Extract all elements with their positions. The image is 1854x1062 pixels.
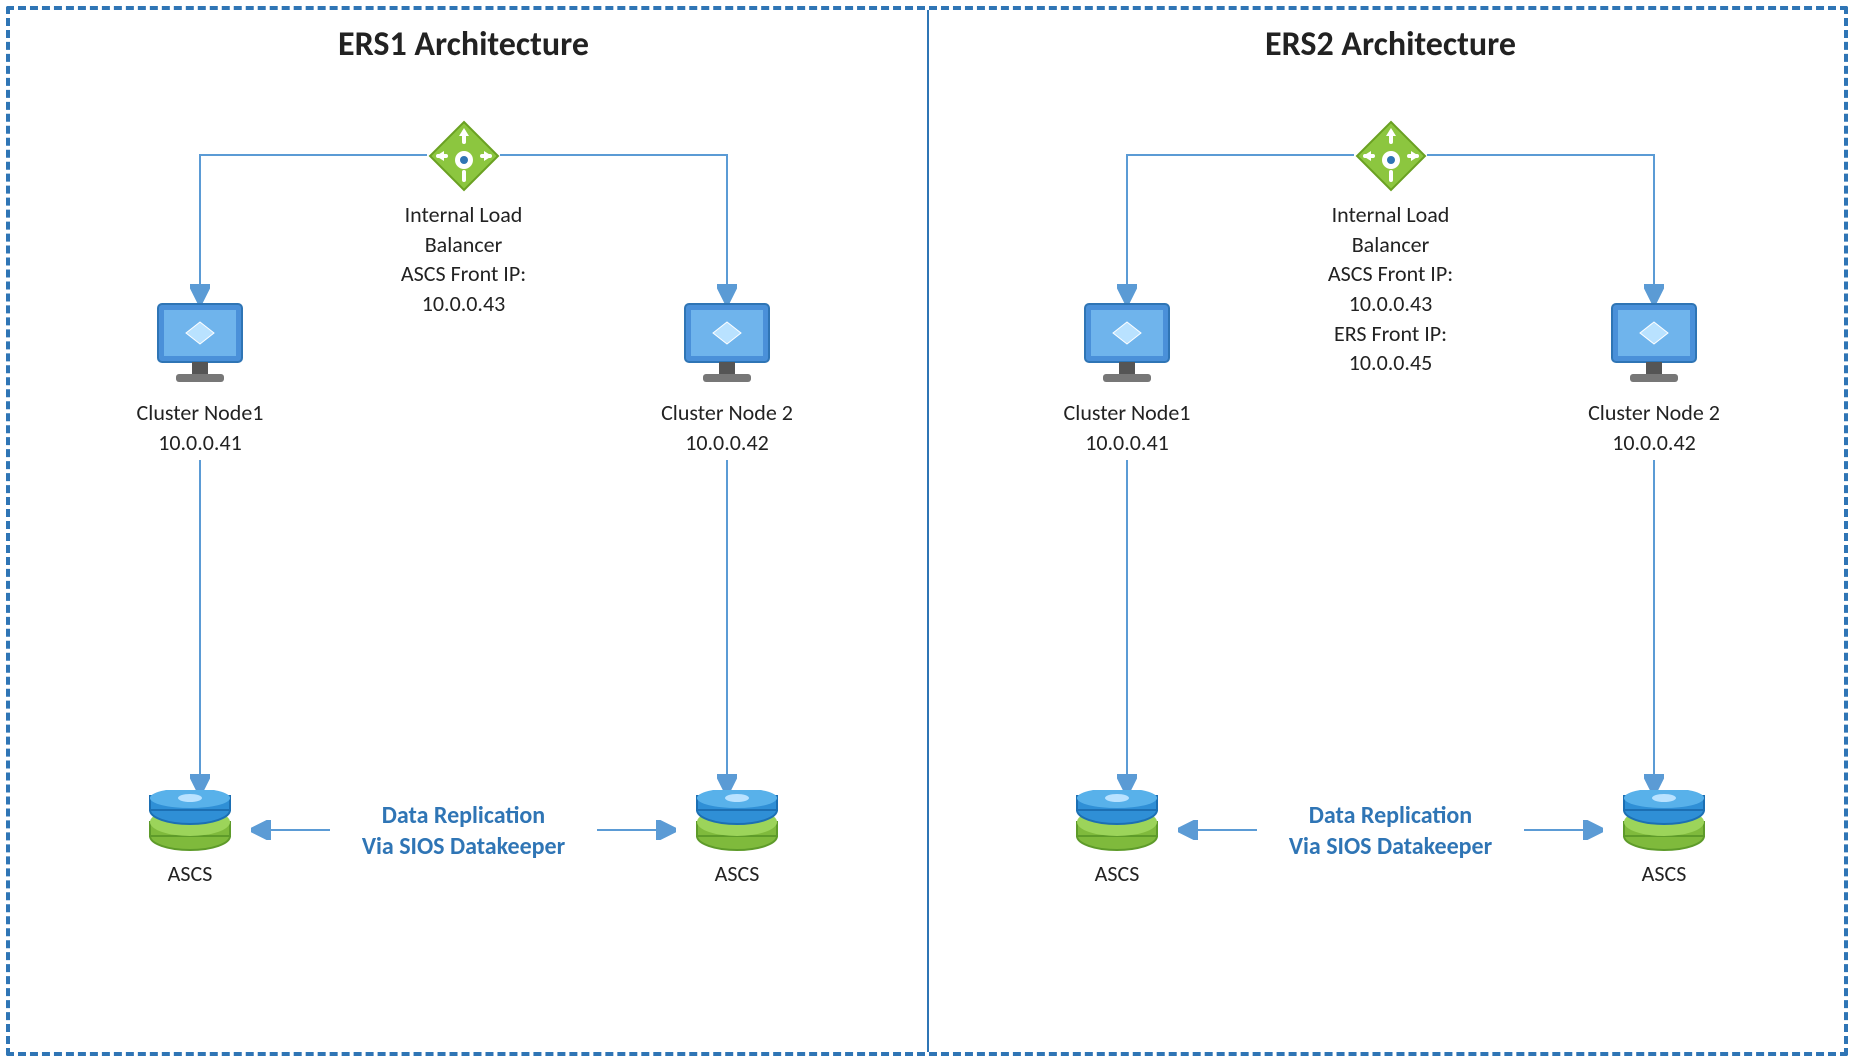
cluster-node-2: Cluster Node 2 10.0.0.42	[637, 300, 817, 457]
computer-icon	[1079, 300, 1175, 390]
disk-icon	[146, 790, 234, 854]
replication-line2: Via SIOS Datakeeper	[362, 832, 565, 861]
replication-label: Data Replication Via SIOS Datakeeper	[1289, 800, 1492, 862]
node-name: Cluster Node1	[1064, 399, 1191, 426]
node-label: Cluster Node 2 10.0.0.42	[1564, 398, 1744, 457]
disk-ascs-2: ASCS	[1604, 790, 1724, 887]
load-balancer-icon	[428, 120, 500, 192]
disk-label: ASCS	[130, 860, 250, 887]
disk-ascs-1: ASCS	[1057, 790, 1177, 887]
replication-line1: Data Replication	[1309, 801, 1472, 830]
disk-icon	[693, 790, 781, 854]
disk-label: ASCS	[677, 860, 797, 887]
node-label: Cluster Node1 10.0.0.41	[110, 398, 290, 457]
node-label: Cluster Node1 10.0.0.41	[1037, 398, 1217, 457]
disk-ascs-2: ASCS	[677, 790, 797, 887]
replication-label: Data Replication Via SIOS Datakeeper	[362, 800, 565, 862]
disk-icon	[1073, 790, 1161, 854]
computer-icon	[152, 300, 248, 390]
replication-line1: Data Replication	[382, 801, 545, 830]
computer-icon	[679, 300, 775, 390]
node-label: Cluster Node 2 10.0.0.42	[637, 398, 817, 457]
disk-label: ASCS	[1604, 860, 1724, 887]
node-name: Cluster Node 2	[1588, 399, 1720, 426]
load-balancer-label: Internal Load Balancer ASCS Front IP: 10…	[401, 200, 526, 319]
load-balancer-icon	[1355, 120, 1427, 192]
panel-ers2: ERS2 Architecture Internal Load Balancer…	[927, 0, 1854, 1062]
panel-ers1: ERS1 Architecture Internal Load Balancer…	[0, 0, 927, 1062]
node-ip: 10.0.0.41	[158, 429, 242, 456]
disk-icon	[1620, 790, 1708, 854]
computer-icon	[1606, 300, 1702, 390]
node-ip: 10.0.0.41	[1085, 429, 1169, 456]
replication-line2: Via SIOS Datakeeper	[1289, 832, 1492, 861]
disk-label: ASCS	[1057, 860, 1177, 887]
node-name: Cluster Node 2	[661, 399, 793, 426]
node-ip: 10.0.0.42	[685, 429, 769, 456]
node-name: Cluster Node1	[137, 399, 264, 426]
cluster-node-2: Cluster Node 2 10.0.0.42	[1564, 300, 1744, 457]
disk-ascs-1: ASCS	[130, 790, 250, 887]
load-balancer-label: Internal Load Balancer ASCS Front IP: 10…	[1328, 200, 1453, 378]
cluster-node-1: Cluster Node1 10.0.0.41	[110, 300, 290, 457]
cluster-node-1: Cluster Node1 10.0.0.41	[1037, 300, 1217, 457]
node-ip: 10.0.0.42	[1612, 429, 1696, 456]
